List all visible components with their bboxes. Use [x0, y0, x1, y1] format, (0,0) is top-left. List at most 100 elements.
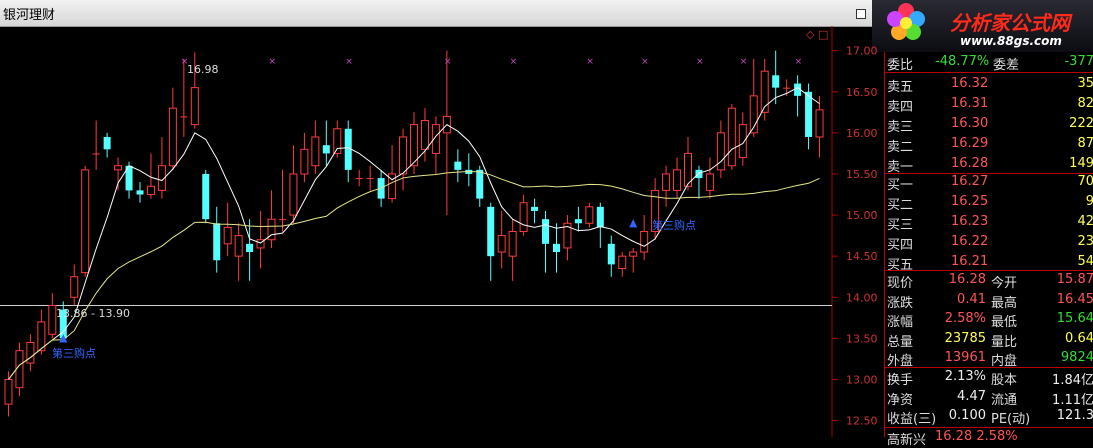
stat-label: 涨幅: [887, 315, 914, 330]
stat-value: 121.3: [1056, 408, 1093, 423]
sell-row: 卖五 16.32 35: [885, 74, 1093, 95]
candle-body: [103, 136, 111, 150]
candle-body: [399, 136, 408, 175]
stat-label: 总量: [887, 334, 914, 350]
sell-level-label: 卖四: [887, 100, 914, 115]
candle-body: [542, 219, 550, 244]
logo-text: 分析家公式网: [950, 11, 1070, 35]
stat-value: 16.28: [948, 272, 986, 287]
buy-volume: 54: [1077, 254, 1093, 269]
candle-body: [727, 107, 736, 167]
candle-body: [4, 378, 13, 405]
buy-volume: 23: [1077, 234, 1093, 249]
sell-row: 卖一 16.28 149: [885, 154, 1093, 175]
bottom-ticker[interactable]: 高新兴 16.28 2.58%: [885, 427, 1093, 448]
stat-value: 1.11亿: [1052, 392, 1093, 408]
overlays-group: × × × × × × × × × ×: [8, 57, 820, 380]
stat-label: 最低: [991, 315, 1018, 330]
sell-price: 16.31: [951, 96, 989, 111]
maximize-button[interactable]: [856, 9, 866, 19]
panel-buttons[interactable]: ◇ □: [806, 28, 828, 41]
watermark-logo: 分析家公式网 www.88gs.com: [872, 0, 1093, 52]
candle-body: [783, 87, 791, 89]
candle-body: [333, 128, 342, 154]
candle-body: [168, 107, 177, 167]
stat-value: 1.84亿: [1052, 373, 1093, 388]
signal-marker: ×: [696, 57, 704, 67]
y-tick-label: 14.00: [846, 291, 878, 304]
sell-price: 16.28: [951, 156, 989, 171]
candle-body: [596, 206, 604, 228]
stat-label: 收益(三): [887, 412, 937, 427]
candle-body: [114, 165, 123, 171]
candle-body: [508, 231, 517, 257]
stat-label: 量比: [991, 334, 1018, 350]
buy-point-label-1: 第三购点: [52, 346, 96, 360]
candle-body: [574, 219, 582, 224]
stat-label: PE(动): [991, 412, 1031, 427]
candle-body: [695, 169, 703, 179]
buy-price: 16.22: [951, 234, 989, 249]
candle-body: [366, 178, 374, 180]
buy-price: 16.23: [951, 214, 989, 229]
candle-body: [815, 109, 824, 138]
y-tick-label: 12.50: [846, 415, 878, 428]
candle-body: [278, 219, 286, 221]
signal-marker: ×: [444, 57, 452, 67]
signal-marker: ×: [740, 57, 748, 67]
signal-marker: ×: [795, 57, 803, 67]
buy-point-marker: [629, 219, 638, 228]
y-tick-label: 16.50: [846, 86, 878, 99]
stat-label: 现价: [887, 276, 914, 291]
buy-volume: 42: [1077, 214, 1093, 229]
logo-url: www.88gs.com: [960, 34, 1062, 48]
candle-body: [234, 235, 243, 257]
buy-row: 买三 16.23 42: [885, 212, 1093, 233]
buy-volume: 9: [1085, 194, 1093, 209]
buy-level-label: 买一: [887, 178, 914, 193]
candle-body: [805, 91, 813, 137]
sell-price: 16.30: [951, 116, 989, 131]
candle-body: [454, 161, 462, 170]
candle-body: [136, 190, 144, 195]
y-tick-label: 13.50: [846, 332, 878, 345]
y-tick-label: 17.00: [846, 45, 878, 58]
app-title: 银河理财: [3, 8, 56, 23]
candle-body: [322, 145, 330, 154]
y-tick-label: 15.00: [846, 209, 878, 222]
candle-body: [497, 235, 506, 253]
candle-body: [640, 231, 649, 253]
buy-point-label-2: 第三购点: [652, 218, 696, 232]
stat-label: 涨跌: [887, 295, 914, 311]
candle-body: [629, 251, 638, 257]
sell-level-label: 卖二: [887, 140, 914, 155]
candle-body: [311, 136, 320, 167]
candle-body: [772, 75, 780, 88]
candle-body: [519, 202, 528, 232]
candle-body: [48, 304, 57, 335]
candle-body: [92, 153, 100, 155]
candle-body: [223, 226, 232, 245]
candle-body: [716, 132, 725, 171]
sell-level-label: 卖五: [887, 80, 914, 95]
weibi-row: 委比 -48.77% 委差 -377: [885, 52, 1093, 73]
candle-body: [26, 341, 35, 364]
candle-body: [618, 255, 627, 269]
candle-body: [738, 124, 747, 159]
stat-row: 总量 23785 量比 0.64: [885, 329, 1093, 350]
signal-marker: ×: [269, 57, 277, 67]
y-tick-label: 14.50: [846, 250, 878, 263]
buy-price: 16.27: [951, 174, 989, 189]
title-bar: 银河理财: [0, 0, 872, 27]
chart-grid: 17.00 16.50 16.00 15.50 15.00 14.50 14.00 13.50…: [0, 26, 878, 437]
candle-body: [146, 185, 155, 196]
stat-value: 23785: [944, 330, 986, 346]
candle-body: [289, 173, 298, 216]
candle-body: [15, 350, 24, 389]
y-tick-label: 15.50: [846, 168, 878, 181]
stat-value: 0.64: [1065, 330, 1093, 346]
stat-value: 2.58%: [944, 311, 986, 326]
stat-row: 外盘 13961 内盘 9824: [885, 348, 1093, 369]
sell-volume: 35: [1077, 76, 1093, 91]
stat-row: 涨幅 2.58% 最低 15.64: [885, 309, 1093, 330]
